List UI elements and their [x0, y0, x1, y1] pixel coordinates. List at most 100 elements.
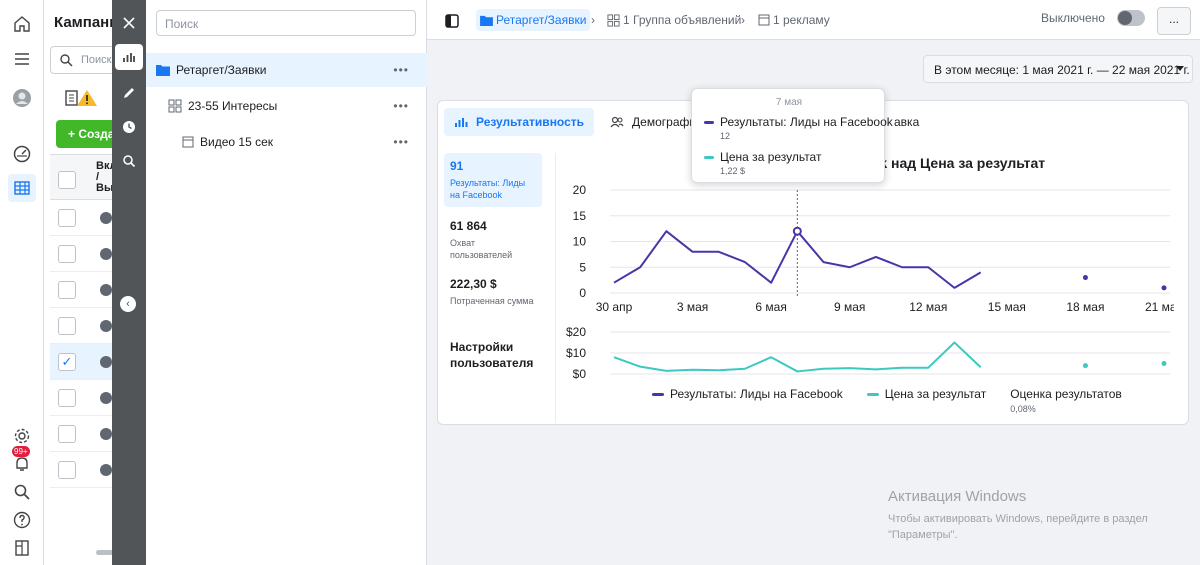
toggle-panel-icon[interactable] [441, 10, 463, 32]
performance-chart[interactable]: 0 5 10 15 20 $0 $10 $20 30 апр 3 мая 6 мая 9 мая 12 … [564, 181, 1174, 391]
chart-title-end: k над Цена за результат [879, 155, 1046, 171]
home-icon[interactable] [10, 12, 34, 36]
tree-item-campaign[interactable]: Ретаргет/Заявки ••• [146, 53, 427, 87]
metric-value: Настройки пользователя [450, 340, 534, 370]
status-toggle[interactable] [100, 284, 112, 296]
table-row[interactable] [50, 236, 113, 272]
edit-icon[interactable] [115, 80, 143, 106]
notifications-icon[interactable]: 99+ [10, 446, 34, 476]
x-tick-label: 21 мая [1145, 300, 1174, 314]
campaign-toggle[interactable] [1117, 10, 1145, 26]
tree-item-ad[interactable]: Видео 15 сек ••• [146, 125, 427, 159]
tree-item-label: Видео 15 сек [200, 135, 273, 149]
table-row[interactable] [50, 272, 113, 308]
tab-placement[interactable]: авка [894, 115, 919, 129]
select-all-checkbox[interactable] [58, 171, 76, 189]
reports-icon[interactable] [10, 536, 34, 560]
x-tick-label: 15 мая [988, 300, 1026, 314]
more-icon[interactable]: ••• [393, 63, 409, 77]
table-row[interactable] [50, 380, 113, 416]
status-toggle[interactable] [100, 248, 112, 260]
more-options-button[interactable]: ... [1157, 7, 1191, 35]
breadcrumb-ads[interactable]: 1 рекламу [758, 9, 830, 31]
legend-item-cost[interactable]: Цена за результат [866, 387, 986, 414]
breadcrumb-adsets[interactable]: 1 Группа объявлений [607, 9, 741, 31]
collapse-panel-icon[interactable]: ‹ [120, 296, 136, 312]
windows-activation-watermark: Активация Windows Чтобы активировать Win… [888, 488, 1148, 541]
create-campaign-button[interactable]: + Создать [56, 120, 113, 148]
tab-demographics-label: Демографи [632, 115, 697, 129]
inspect-icon[interactable] [115, 148, 143, 174]
search-icon[interactable] [10, 480, 34, 504]
tooltip-value: 1,22 $ [720, 166, 746, 176]
breadcrumb-campaign[interactable]: Ретаргет/Заявки [476, 9, 591, 31]
account-avatar[interactable] [10, 86, 34, 110]
people-icon [610, 116, 624, 128]
caret-down-icon [1176, 66, 1184, 71]
row-checkbox[interactable] [58, 389, 76, 407]
more-icon[interactable]: ••• [393, 99, 409, 113]
metric-label: Результаты: Лиды на Facebook [450, 178, 526, 200]
tooltip-row-results: Результаты: Лиды на Facebook [704, 115, 893, 129]
history-icon[interactable] [115, 114, 143, 140]
table-row[interactable]: ✓ [50, 344, 113, 380]
adset-grid-icon [607, 13, 620, 27]
table-row[interactable] [50, 308, 113, 344]
status-toggle[interactable] [100, 212, 112, 224]
metric-results[interactable]: 91 Результаты: Лиды на Facebook [444, 153, 542, 207]
bar-chart-icon[interactable] [115, 44, 143, 70]
x-tick-label: 3 мая [677, 300, 708, 314]
status-toggle[interactable] [100, 428, 112, 440]
row-checkbox[interactable] [58, 461, 76, 479]
search-icon [60, 54, 73, 67]
metric-reach[interactable]: 61 864 Охват пользователей [444, 213, 542, 267]
date-range-picker[interactable]: В этом месяце: 1 мая 2021 г. — 22 мая 20… [923, 55, 1193, 83]
metric-value: 61 864 [450, 219, 487, 233]
row-checkbox[interactable] [58, 281, 76, 299]
legend-label: Результаты: Лиды на Facebook [670, 387, 843, 401]
table-row[interactable] [50, 416, 113, 452]
breadcrumb-ads-label: 1 рекламу [773, 13, 830, 27]
y-tick-label: 0 [579, 286, 586, 300]
ads-manager-icon[interactable] [8, 174, 36, 202]
table-row[interactable] [50, 452, 113, 488]
dashboard-icon[interactable] [10, 142, 34, 166]
metric-value: 222,30 $ [450, 277, 497, 291]
tree-item-adset[interactable]: 23-55 Интересы ••• [146, 89, 427, 123]
x-tick-label: 9 мая [834, 300, 865, 314]
customize-metrics-button[interactable]: Настройки пользователя [444, 333, 544, 377]
row-checkbox[interactable] [58, 425, 76, 443]
tooltip-row-cost: Цена за результат [704, 150, 821, 164]
x-tick-label: 12 мая [909, 300, 947, 314]
status-toggle[interactable] [100, 464, 112, 476]
ad-icon [182, 136, 194, 148]
table-row[interactable] [50, 200, 113, 236]
chart-legend: Результаты: Лиды на Facebook Цена за рез… [652, 387, 1146, 414]
tab-performance[interactable]: Результативность [444, 108, 595, 136]
status-toggle[interactable] [100, 320, 112, 332]
row-checkbox[interactable] [58, 245, 76, 263]
legend-item-results[interactable]: Результаты: Лиды на Facebook [652, 387, 843, 414]
date-range-label: В этом месяце: 1 мая 2021 г. — 22 мая 20… [934, 63, 1190, 77]
menu-icon[interactable] [10, 47, 34, 71]
tree-search-input[interactable]: Поиск [156, 10, 416, 36]
breadcrumb-adsets-label: 1 Группа объявлений [623, 13, 742, 27]
adset-grid-icon [168, 99, 182, 113]
more-icon[interactable]: ••• [393, 135, 409, 149]
chevron-right-icon: › [591, 13, 595, 27]
row-checkbox[interactable]: ✓ [58, 353, 76, 371]
metric-spend[interactable]: 222,30 $ Потраченная сумма [444, 271, 542, 313]
legend-item-estimate[interactable]: Оценка результатов 0,08% [1010, 387, 1122, 414]
left-nav-rail: 99+ [0, 0, 44, 565]
close-icon[interactable] [115, 10, 143, 36]
help-icon[interactable] [10, 508, 34, 532]
status-toggle[interactable] [100, 356, 112, 368]
row-checkbox[interactable] [58, 317, 76, 335]
clipboard-icon [65, 90, 78, 106]
campaigns-search-input[interactable]: Поиск [50, 46, 113, 74]
settings-icon[interactable] [10, 424, 34, 448]
hover-point [792, 226, 802, 236]
status-toggle[interactable] [100, 392, 112, 404]
campaigns-column: Кампании Поиск + Создать Вкл / Вы ✓ [44, 0, 114, 565]
row-checkbox[interactable] [58, 209, 76, 227]
